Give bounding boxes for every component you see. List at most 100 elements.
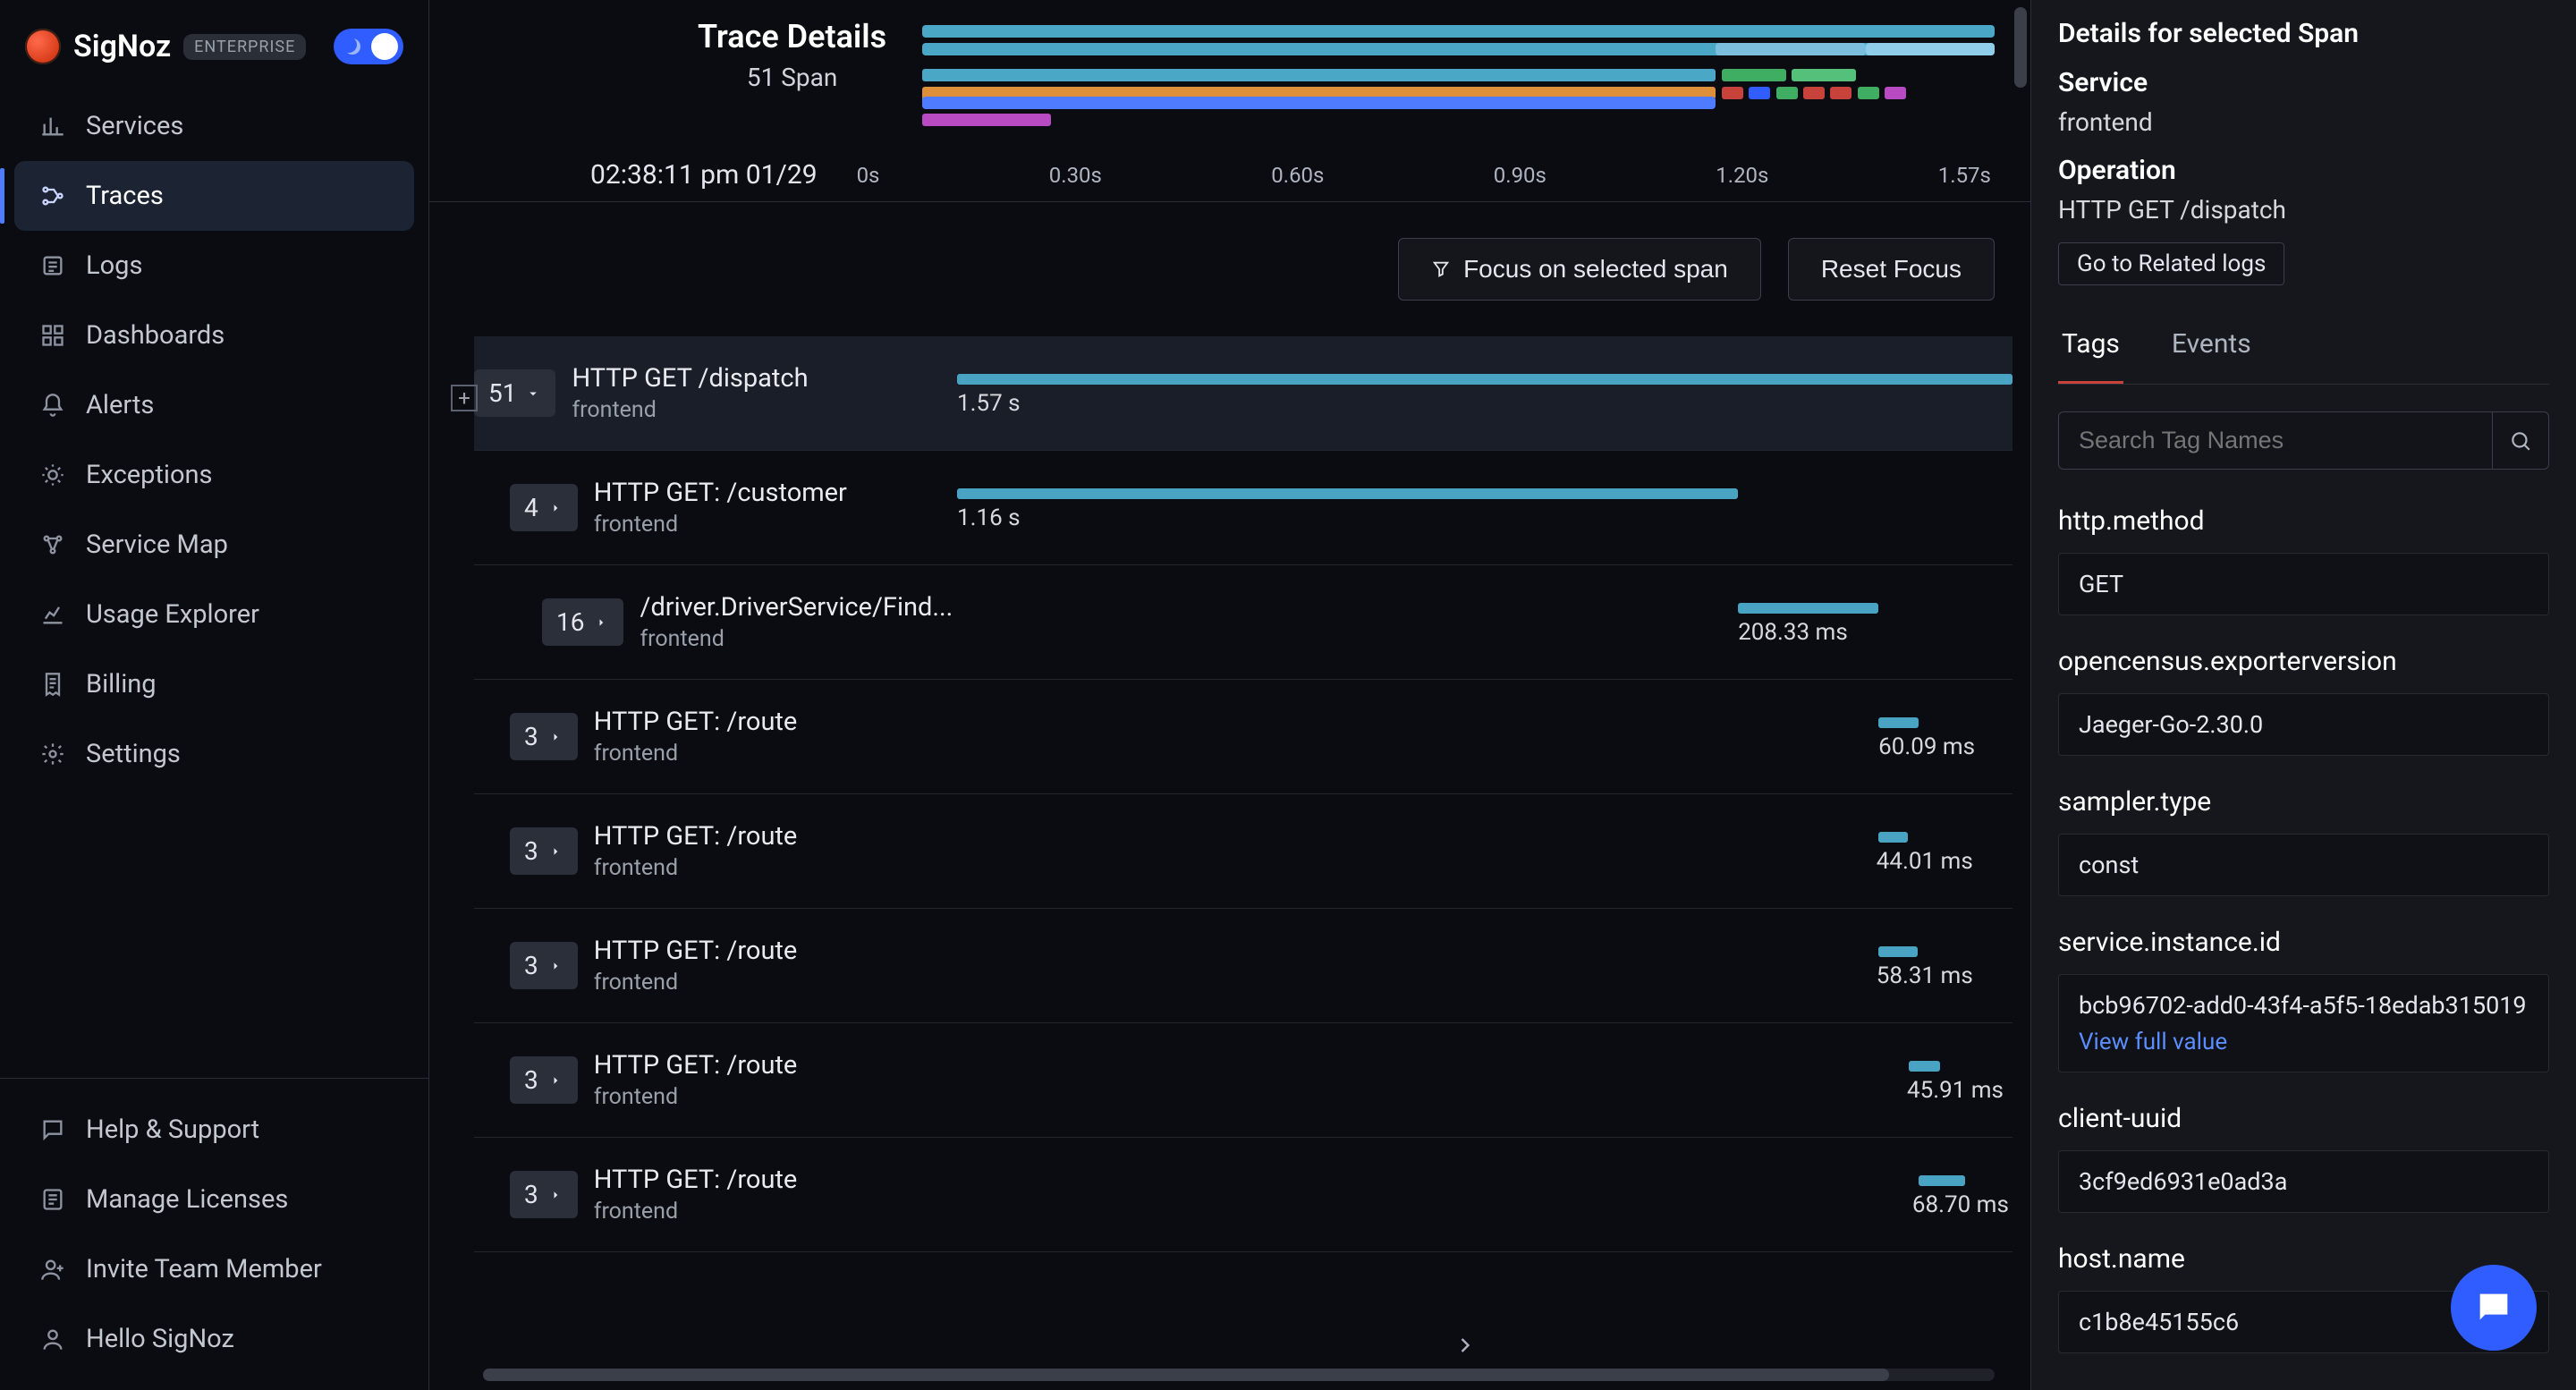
span-duration: 60.09 ms bbox=[1878, 733, 1975, 760]
gear-icon bbox=[39, 741, 66, 767]
span-operation: HTTP GET: /route bbox=[594, 1165, 798, 1195]
sidebar-item-traces[interactable]: Traces bbox=[14, 161, 414, 231]
chat-fab[interactable] bbox=[2451, 1265, 2537, 1351]
span-service: frontend bbox=[594, 1084, 798, 1110]
span-row[interactable]: 4 HTTP GET: /customer frontend 1.16 s bbox=[474, 451, 2012, 565]
span-count-chip[interactable]: 3 bbox=[510, 1171, 578, 1218]
span-count-chip[interactable]: 4 bbox=[510, 484, 578, 531]
receipt-icon bbox=[39, 671, 66, 698]
time-axis-mark: 0.30s bbox=[1049, 163, 1102, 188]
span-row[interactable]: 3 HTTP GET: /route frontend 58.31 ms bbox=[474, 909, 2012, 1023]
span-duration: 58.31 ms bbox=[1877, 962, 1973, 989]
tab-tags[interactable]: Tags bbox=[2058, 312, 2123, 384]
sidebar-item-alerts[interactable]: Alerts bbox=[14, 370, 414, 440]
view-full-value-link[interactable]: View full value bbox=[2079, 1029, 2529, 1055]
span-count-chip[interactable]: 51 bbox=[474, 369, 555, 417]
theme-toggle[interactable] bbox=[334, 29, 403, 64]
nav-label: Usage Explorer bbox=[86, 599, 259, 630]
collapse-details-button[interactable] bbox=[1447, 1327, 1483, 1363]
moon-icon bbox=[344, 38, 360, 55]
span-service: frontend bbox=[594, 970, 798, 996]
chat-icon bbox=[2473, 1287, 2514, 1328]
line-chart-icon bbox=[39, 601, 66, 628]
sidebar-item-dashboards[interactable]: Dashboards bbox=[14, 301, 414, 370]
span-label: HTTP GET: /routefrontend bbox=[594, 707, 798, 767]
vertical-scrollbar[interactable] bbox=[2012, 0, 2029, 1390]
tab-events[interactable]: Events bbox=[2168, 312, 2255, 384]
tag-key: http.method bbox=[2058, 505, 2549, 537]
sidebar-item-manage-licenses[interactable]: Manage Licenses bbox=[14, 1165, 414, 1234]
trace-header: Trace Details 51 Span bbox=[429, 0, 2030, 114]
span-row[interactable]: 3 HTTP GET: /routefrontend 60.09 ms bbox=[474, 680, 2012, 794]
span-bar[interactable] bbox=[1919, 1175, 1965, 1186]
reset-focus-button[interactable]: Reset Focus bbox=[1788, 238, 1995, 301]
span-row[interactable]: 3HTTP GET: /routefrontend44.01 ms bbox=[474, 794, 2012, 909]
chevron-right-icon bbox=[593, 614, 609, 631]
span-operation: HTTP GET: /customer bbox=[594, 478, 847, 508]
span-row[interactable]: 16/driver.DriverService/Find...frontend2… bbox=[474, 565, 2012, 680]
span-count-chip[interactable]: 3 bbox=[510, 1056, 578, 1104]
span-duration: 1.16 s bbox=[957, 504, 1021, 531]
span-bar[interactable] bbox=[1878, 717, 1919, 728]
span-row[interactable]: 3HTTP GET: /routefrontend45.91 ms bbox=[474, 1023, 2012, 1138]
sidebar-item-usage-explorer[interactable]: Usage Explorer bbox=[14, 580, 414, 649]
nav-list: Services Traces Logs Dashboards Alerts Except… bbox=[0, 91, 428, 789]
span-service: frontend bbox=[594, 512, 847, 538]
horizontal-scrollbar[interactable] bbox=[483, 1369, 1995, 1381]
time-axis-mark: 1.20s bbox=[1716, 163, 1768, 188]
span-bar[interactable] bbox=[1909, 1061, 1939, 1072]
trace-overview-bars[interactable] bbox=[922, 18, 1995, 114]
sidebar-item-exceptions[interactable]: Exceptions bbox=[14, 440, 414, 510]
nav-label: Dashboards bbox=[86, 320, 225, 351]
bar-chart-icon bbox=[39, 113, 66, 140]
focus-span-button[interactable]: Focus on selected span bbox=[1398, 238, 1761, 301]
sidebar-item-logs[interactable]: Logs bbox=[14, 231, 414, 301]
span-bar[interactable] bbox=[1878, 832, 1908, 843]
span-count-chip[interactable]: 3 bbox=[510, 713, 578, 760]
span-service: frontend bbox=[572, 397, 808, 423]
nav-label: Help & Support bbox=[86, 1115, 259, 1145]
span-count-chip[interactable]: 3 bbox=[510, 827, 578, 875]
span-details-panel: Details for selected Span Service fronte… bbox=[2030, 0, 2576, 1390]
related-logs-button[interactable]: Go to Related logs bbox=[2058, 242, 2284, 285]
span-count: 16 bbox=[556, 607, 584, 637]
span-bar[interactable] bbox=[1738, 603, 1878, 614]
sidebar-item-help-support[interactable]: Help & Support bbox=[14, 1095, 414, 1165]
span-duration: 44.01 ms bbox=[1877, 848, 1973, 875]
bug-icon bbox=[39, 462, 66, 488]
span-duration: 68.70 ms bbox=[1912, 1191, 2009, 1218]
sidebar-item-settings[interactable]: Settings bbox=[14, 719, 414, 789]
tag-search-button[interactable] bbox=[2492, 411, 2549, 470]
span-bar[interactable] bbox=[957, 374, 2012, 385]
span-service: frontend bbox=[640, 626, 953, 652]
span-bar[interactable] bbox=[1878, 946, 1918, 957]
user-icon bbox=[39, 1326, 66, 1352]
span-count-chip[interactable]: 16 bbox=[542, 598, 623, 646]
sidebar-item-hello-signoz[interactable]: Hello SigNoz bbox=[14, 1304, 414, 1374]
nav-label: Alerts bbox=[86, 390, 154, 420]
tag-value: GET bbox=[2058, 553, 2549, 615]
expand-all-button[interactable]: + bbox=[451, 385, 478, 411]
span-count-chip[interactable]: 3 bbox=[510, 942, 578, 989]
span-row[interactable]: 51HTTP GET /dispatchfrontend1.57 s bbox=[474, 336, 2012, 451]
chevron-right-icon bbox=[547, 1187, 564, 1203]
sidebar-item-services[interactable]: Services bbox=[14, 91, 414, 161]
sidebar-item-service-map[interactable]: Service Map bbox=[14, 510, 414, 580]
tag-value: 3cf9ed6931e0ad3a bbox=[2058, 1150, 2549, 1213]
nav-label: Traces bbox=[86, 181, 164, 211]
span-row[interactable]: 3 HTTP GET: /route frontend 68.70 ms bbox=[474, 1138, 2012, 1252]
span-service: frontend bbox=[594, 1199, 798, 1225]
span-tree[interactable]: 51HTTP GET /dispatchfrontend1.57 s4HTTP … bbox=[429, 336, 2030, 1360]
nodes-icon bbox=[39, 182, 66, 209]
span-bar[interactable] bbox=[957, 488, 1738, 499]
sidebar-item-invite-team-member[interactable]: Invite Team Member bbox=[14, 1234, 414, 1304]
span-duration: 1.57 s bbox=[957, 390, 1021, 417]
license-icon bbox=[39, 1186, 66, 1213]
tag-search-input[interactable] bbox=[2058, 411, 2492, 470]
brand-name: SigNoz bbox=[73, 29, 171, 64]
brand-row: SigNoz ENTERPRISE bbox=[0, 16, 428, 91]
nav-label: Logs bbox=[86, 250, 142, 281]
span-count: 3 bbox=[524, 722, 538, 751]
sidebar-item-billing[interactable]: Billing bbox=[14, 649, 414, 719]
span-operation: HTTP GET: /route bbox=[594, 936, 798, 966]
